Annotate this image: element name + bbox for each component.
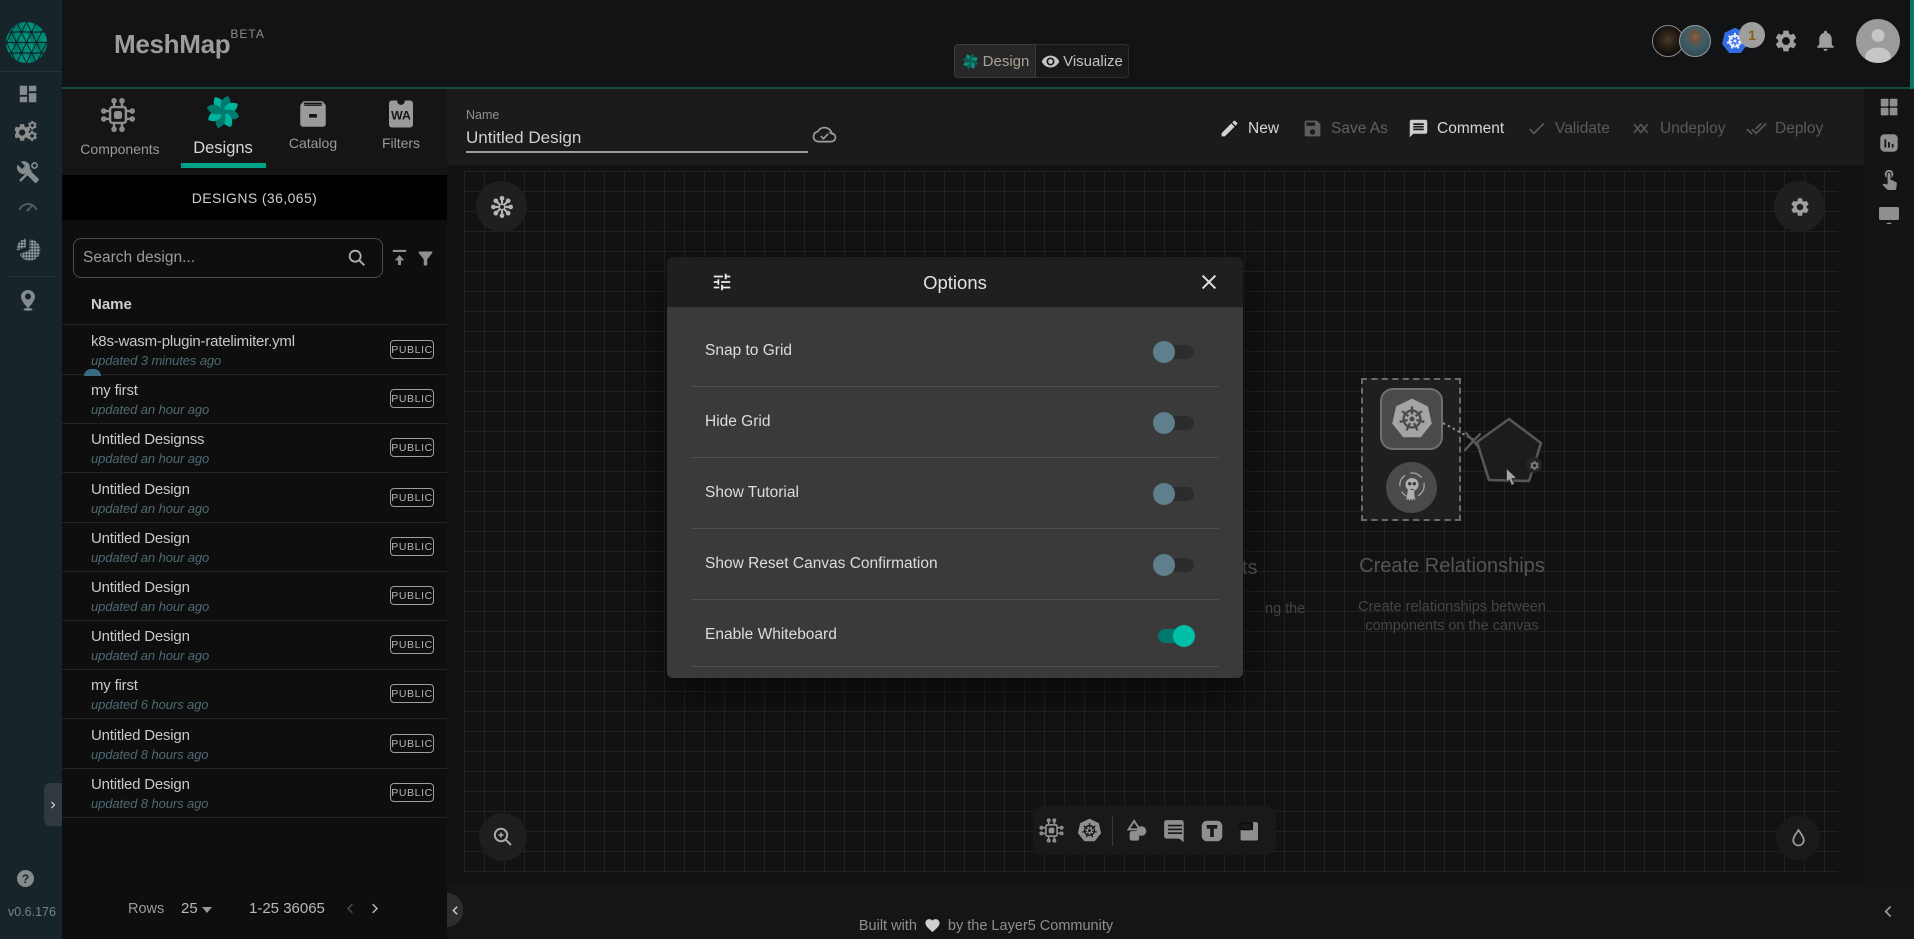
svg-text:WA: WA xyxy=(391,108,411,122)
